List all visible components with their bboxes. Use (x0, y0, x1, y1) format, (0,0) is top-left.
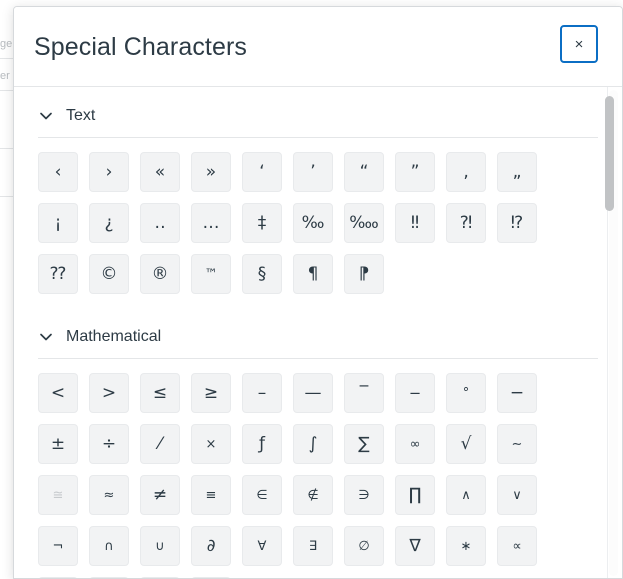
char-button-right-double-angle-quote[interactable]: » (191, 152, 231, 192)
char-button-logical-or[interactable]: ∨ (497, 475, 537, 515)
section-label-mathematical: Mathematical (66, 328, 162, 345)
char-button-fraction-slash[interactable]: ⁄ (140, 424, 180, 464)
char-button-horizontal-ellipsis[interactable]: … (191, 203, 231, 243)
section-label-text: Text (66, 107, 96, 124)
special-characters-modal: Special Characters × Text ‹ › « » ‘ ’ “ ” ‚ „ ¡ ¿ ‥ … ‡… (13, 6, 623, 579)
sections-container: Text ‹ › « » ‘ ’ “ ” ‚ „ ¡ ¿ ‥ … ‡ ‰ ‱ ‼ ⁈ ⁉ ⁇ © ® ™ § ¶ ⁋ Mathemati… (14, 87, 622, 578)
char-button-intersection[interactable]: ∩ (89, 526, 129, 566)
char-button-plus-minus-sign[interactable]: ± (38, 424, 78, 464)
char-button-en-dash[interactable]: – (242, 373, 282, 413)
char-button-greater-than-or-equal[interactable]: ≥ (191, 373, 231, 413)
char-button-asterisk-operator[interactable]: ∗ (446, 526, 486, 566)
char-button-inverted-exclamation[interactable]: ¡ (38, 203, 78, 243)
char-button-reversed-pilcrow-sign[interactable]: ⁋ (344, 254, 384, 294)
char-button-double-dagger[interactable]: ‡ (242, 203, 282, 243)
char-button-contains-as-member[interactable]: ∋ (344, 475, 384, 515)
section-header-mathematical[interactable]: Mathematical (14, 308, 622, 358)
char-button-registered-sign[interactable]: ® (140, 254, 180, 294)
char-button-not-an-element-of[interactable]: ∉ (293, 475, 333, 515)
char-button-infinity-sign[interactable]: ∞ (395, 424, 435, 464)
char-button-not-equal-to[interactable]: ≠ (140, 475, 180, 515)
char-button-square-root[interactable]: √ (446, 424, 486, 464)
char-button-two-dot-leader[interactable]: ‥ (140, 203, 180, 243)
section-header-text[interactable]: Text (14, 87, 622, 137)
character-grid-mathematical: < > ≤ ≥ – — ‾ ‒ ° − ± ÷ ⁄ × ƒ ∫ ∑ ∞ √ ∼ ≅ ≈ ≠ ≡ ∈ ∉ ∋ ∏ ∧ ∨ ¬ ∩ ∪ ∂ ∀ ∃ ∅ ∇ ∗ ∝… (14, 359, 606, 578)
char-button-left-single-quote[interactable]: ‘ (242, 152, 282, 192)
char-button-partial-differential[interactable]: ∂ (191, 526, 231, 566)
char-button-copyright-sign[interactable]: © (89, 254, 129, 294)
close-button[interactable]: × (560, 25, 598, 63)
char-button-per-mille-sign[interactable]: ‰ (293, 203, 333, 243)
char-button-approximately-equal-to[interactable]: ≅ (38, 475, 78, 515)
char-button-not-sign[interactable]: ¬ (38, 526, 78, 566)
char-button-pilcrow-sign[interactable]: ¶ (293, 254, 333, 294)
char-button-greater-than-sign[interactable]: > (89, 373, 129, 413)
scrollbar-track[interactable] (605, 90, 618, 576)
char-button-less-than-sign[interactable]: < (38, 373, 78, 413)
char-button-left-double-angle-quote[interactable]: « (140, 152, 180, 192)
modal-body: Text ‹ › « » ‘ ’ “ ” ‚ „ ¡ ¿ ‥ … ‡ ‰ ‱ ‼ ⁈ ⁉ ⁇ © ® ™ § ¶ ⁋ Mathemati… (14, 87, 622, 578)
char-button-proportional-to[interactable]: ∝ (497, 526, 537, 566)
char-button-inverted-question[interactable]: ¿ (89, 203, 129, 243)
char-button-degree-sign[interactable]: ° (446, 373, 486, 413)
char-button-there-exists[interactable]: ∃ (293, 526, 333, 566)
character-grid-text: ‹ › « » ‘ ’ “ ” ‚ „ ¡ ¿ ‥ … ‡ ‰ ‱ ‼ ⁈ ⁉ ⁇ © ® ™ § ¶ ⁋ (14, 138, 606, 296)
char-button-question-exclamation[interactable]: ⁈ (446, 203, 486, 243)
char-button-tilde-operator[interactable]: ∼ (497, 424, 537, 464)
char-button-empty-set[interactable]: ∅ (344, 526, 384, 566)
chevron-down-icon (38, 108, 54, 124)
char-button-n-ary-summation[interactable]: ∑ (344, 424, 384, 464)
char-button-almost-equal-to[interactable]: ≈ (89, 475, 129, 515)
grid-spacer (14, 296, 622, 308)
char-button-single-left-angle-quote[interactable]: ‹ (38, 152, 78, 192)
char-button-trademark-sign[interactable]: ™ (191, 254, 231, 294)
char-button-logical-and[interactable]: ∧ (446, 475, 486, 515)
char-button-multiplication-sign[interactable]: × (191, 424, 231, 464)
char-button-function-sign[interactable]: ƒ (242, 424, 282, 464)
char-button-less-than-or-equal[interactable]: ≤ (140, 373, 180, 413)
char-button-element-of[interactable]: ∈ (242, 475, 282, 515)
char-button-right-single-quote[interactable]: ’ (293, 152, 333, 192)
char-button-division-sign[interactable]: ÷ (89, 424, 129, 464)
char-button-double-exclamation[interactable]: ‼ (395, 203, 435, 243)
modal-header: Special Characters × (14, 7, 622, 87)
char-button-single-right-angle-quote[interactable]: › (89, 152, 129, 192)
char-button-double-low-quote[interactable]: „ (497, 152, 537, 192)
char-button-section-sign[interactable]: § (242, 254, 282, 294)
char-button-right-double-quote[interactable]: ” (395, 152, 435, 192)
chevron-down-icon (38, 329, 54, 345)
char-button-nabla[interactable]: ∇ (395, 526, 435, 566)
page-title: Special Characters (34, 33, 248, 61)
char-button-integral-sign[interactable]: ∫ (293, 424, 333, 464)
char-button-left-double-quote[interactable]: “ (344, 152, 384, 192)
scrollbar-thumb[interactable] (605, 96, 614, 211)
char-button-overline[interactable]: ‾ (344, 373, 384, 413)
char-button-n-ary-product[interactable]: ∏ (395, 475, 435, 515)
char-button-em-dash[interactable]: — (293, 373, 333, 413)
char-button-exclamation-question[interactable]: ⁉ (497, 203, 537, 243)
close-icon: × (574, 35, 584, 53)
char-button-single-low-quote[interactable]: ‚ (446, 152, 486, 192)
char-button-for-all[interactable]: ∀ (242, 526, 282, 566)
char-button-per-ten-thousand-sign[interactable]: ‱ (344, 203, 384, 243)
char-button-union[interactable]: ∪ (140, 526, 180, 566)
char-button-minus-sign[interactable]: − (497, 373, 537, 413)
char-button-identical-to[interactable]: ≡ (191, 475, 231, 515)
char-button-double-question[interactable]: ⁇ (38, 254, 78, 294)
char-button-figure-dash[interactable]: ‒ (395, 373, 435, 413)
